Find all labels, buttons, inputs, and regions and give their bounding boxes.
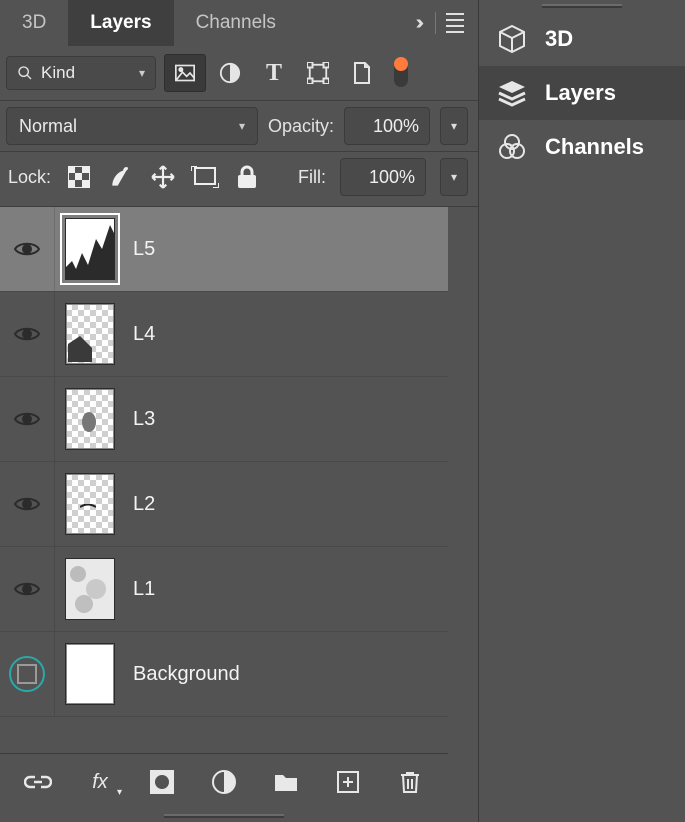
opacity-label: Opacity:: [268, 116, 334, 137]
dock-label: Layers: [545, 80, 616, 106]
layer-name: L3: [133, 408, 155, 431]
visibility-toggle[interactable]: [0, 377, 55, 461]
visibility-toggle[interactable]: [0, 547, 55, 631]
lock-artboard-icon[interactable]: [191, 163, 219, 191]
filter-shape-icon[interactable]: [298, 55, 338, 91]
visibility-toggle[interactable]: [0, 207, 55, 291]
layer-row[interactable]: L2: [0, 462, 448, 547]
filter-smartobject-icon[interactable]: [342, 55, 382, 91]
dock-label: 3D: [545, 26, 573, 52]
layer-thumbnail[interactable]: [65, 473, 115, 535]
layer-thumbnail[interactable]: [65, 218, 115, 280]
dock-item-layers[interactable]: Layers: [479, 66, 685, 120]
blend-mode-dropdown[interactable]: Normal ▾: [6, 107, 258, 145]
visibility-toggle[interactable]: [0, 462, 55, 546]
add-mask-icon[interactable]: [148, 768, 176, 796]
opacity-value: 100%: [373, 116, 419, 137]
dock-label: Channels: [545, 134, 644, 160]
blend-row: Normal ▾ Opacity: 100% ▾: [0, 101, 478, 152]
layer-row[interactable]: Background: [0, 632, 448, 717]
opacity-input[interactable]: 100%: [344, 107, 430, 145]
layer-row[interactable]: L4: [0, 292, 448, 377]
blend-mode-value: Normal: [19, 116, 77, 137]
new-group-icon[interactable]: [272, 768, 300, 796]
fill-value: 100%: [369, 167, 415, 188]
layer-name: L2: [133, 493, 155, 516]
layer-thumbnail[interactable]: [65, 558, 115, 620]
layer-name: Background: [133, 663, 240, 686]
dock-item-3d[interactable]: 3D: [479, 12, 685, 66]
lock-transparent-icon[interactable]: [65, 163, 93, 191]
dock-item-channels[interactable]: Channels: [479, 120, 685, 174]
visibility-ring-icon: [9, 656, 45, 692]
visibility-toggle[interactable]: [0, 292, 55, 376]
layer-name: L4: [133, 323, 155, 346]
fill-stepper[interactable]: ▾: [440, 158, 468, 196]
filter-pixel-icon[interactable]: [164, 54, 206, 92]
opacity-stepper[interactable]: ▾: [440, 107, 468, 145]
layer-name: L5: [133, 238, 155, 261]
lock-label: Lock:: [8, 167, 51, 188]
fill-input[interactable]: 100%: [340, 158, 426, 196]
tab-3d[interactable]: 3D: [0, 0, 68, 46]
visibility-toggle[interactable]: [0, 632, 55, 716]
right-dock: 3D Layers Channels: [479, 0, 685, 822]
filter-kind-label: Kind: [41, 63, 75, 83]
layers-icon: [497, 78, 527, 108]
delete-layer-icon[interactable]: [396, 768, 424, 796]
lock-image-icon[interactable]: [107, 163, 135, 191]
filter-adjustment-icon[interactable]: [210, 55, 250, 91]
filter-kind-dropdown[interactable]: Kind ▾: [6, 56, 156, 90]
panel-menu-icon[interactable]: [446, 13, 464, 33]
fill-label: Fill:: [298, 167, 326, 188]
dock-resize-grip[interactable]: [479, 0, 685, 12]
search-icon: [17, 65, 33, 81]
layer-name: L1: [133, 578, 155, 601]
layer-list: L5 L4 L3: [0, 207, 448, 753]
new-adjustment-icon[interactable]: [210, 768, 238, 796]
layer-row[interactable]: L5: [0, 207, 448, 292]
layer-fx-icon[interactable]: fx▾: [86, 768, 114, 796]
cube-icon: [497, 24, 527, 54]
layer-actions-bar: fx▾: [0, 753, 448, 810]
lock-position-icon[interactable]: [149, 163, 177, 191]
collapse-chevrons-icon[interactable]: ››: [416, 12, 425, 35]
chevron-down-icon: ▾: [239, 119, 245, 133]
filter-row: Kind ▾ T: [0, 46, 478, 101]
panel-tabs: 3D Layers Channels ››: [0, 0, 478, 46]
lock-all-icon[interactable]: [233, 163, 261, 191]
layer-thumbnail[interactable]: [65, 303, 115, 365]
layers-panel: 3D Layers Channels ›› Kind ▾: [0, 0, 479, 822]
layer-row[interactable]: L1: [0, 547, 448, 632]
channels-icon: [497, 132, 527, 162]
separator: [435, 12, 436, 34]
new-layer-icon[interactable]: [334, 768, 362, 796]
layer-row[interactable]: L3: [0, 377, 448, 462]
filter-toggle[interactable]: [394, 59, 408, 87]
tab-layers[interactable]: Layers: [68, 0, 173, 46]
layer-thumbnail[interactable]: [65, 388, 115, 450]
layer-thumbnail[interactable]: [65, 643, 115, 705]
link-layers-icon[interactable]: [24, 768, 52, 796]
tab-channels[interactable]: Channels: [174, 0, 298, 46]
lock-row: Lock: Fill: 1: [0, 152, 478, 207]
filter-type-icon[interactable]: T: [254, 55, 294, 91]
chevron-down-icon: ▾: [139, 66, 145, 80]
panel-resize-grip[interactable]: [0, 810, 448, 822]
